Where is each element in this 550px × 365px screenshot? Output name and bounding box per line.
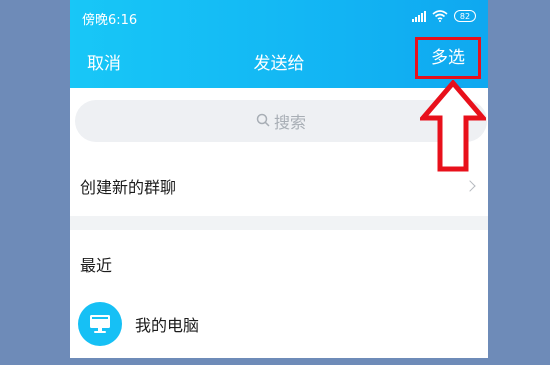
phone-screen: 傍晚6:16 82 取消 发送给 多选 搜索 创建新的群聊 最近 我的电脑 [70,0,488,358]
create-group-label: 创建新的群聊 [80,178,177,197]
search-icon [256,112,270,131]
up-arrow-annotation-icon [417,79,489,176]
search-placeholder: 搜索 [273,113,306,132]
battery-icon: 82 [454,10,476,22]
header-bar: 傍晚6:16 82 取消 发送给 多选 [70,0,488,88]
wifi-icon [432,7,448,26]
computer-icon [78,302,122,346]
signal-icon [412,10,426,22]
section-divider [70,216,488,230]
chevron-right-icon [464,180,476,192]
contact-name: 我的电脑 [135,316,200,335]
status-time: 傍晚6:16 [82,13,138,28]
status-icons: 82 [412,9,476,23]
list-item[interactable]: 我的电脑 [70,296,488,352]
multi-select-button[interactable]: 多选 [415,37,481,79]
recent-section-header: 最近 [80,256,113,275]
